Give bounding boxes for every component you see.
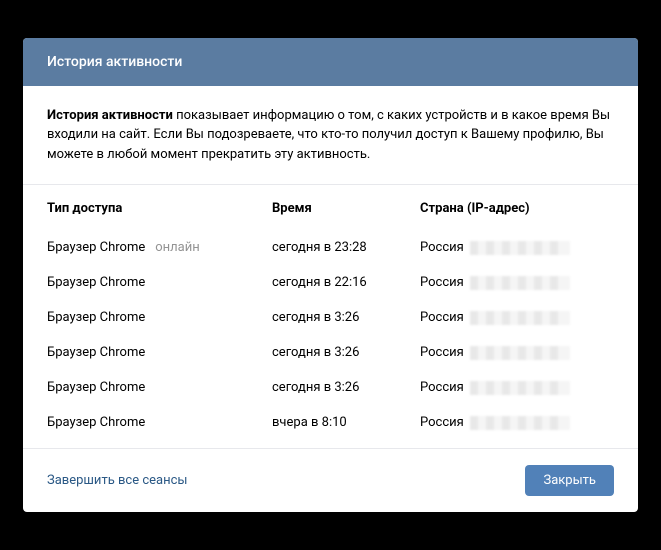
time-cell: сегодня в 3:26 [272, 310, 420, 325]
table-body: Браузер Chromeонлайнсегодня в 23:28Росси… [47, 230, 614, 440]
country-cell: Россия [420, 415, 614, 430]
country-label: Россия [420, 380, 464, 395]
access-type-cell: Браузер Chrome [47, 310, 272, 325]
time-cell: сегодня в 3:26 [272, 345, 420, 360]
close-button[interactable]: Закрыть [525, 465, 614, 496]
country-cell: Россия [420, 380, 614, 395]
country-cell: Россия [420, 240, 614, 255]
header-time: Время [272, 201, 420, 216]
access-type-cell: Браузер Chrome [47, 345, 272, 360]
table-row[interactable]: Браузер Chrome сегодня в 3:26Россия [47, 370, 614, 405]
time-cell: вчера в 8:10 [272, 415, 420, 430]
country-label: Россия [420, 240, 464, 255]
end-all-sessions-button[interactable]: Завершить все сеансы [47, 473, 188, 488]
country-label: Россия [420, 415, 464, 430]
access-type-label: Браузер Chrome [47, 310, 145, 325]
ip-address-redacted [470, 381, 570, 395]
description-block: История активности показывает информацию… [23, 86, 638, 186]
time-cell: сегодня в 3:26 [272, 380, 420, 395]
activity-history-modal: История активности История активности по… [23, 38, 638, 513]
country-cell: Россия [420, 275, 614, 290]
country-cell: Россия [420, 310, 614, 325]
header-access-type: Тип доступа [47, 201, 272, 216]
access-type-label: Браузер Chrome [47, 345, 145, 360]
time-cell: сегодня в 23:28 [272, 240, 420, 255]
access-type-label: Браузер Chrome [47, 415, 145, 430]
access-type-cell: Браузер Chrome [47, 275, 272, 290]
table-row[interactable]: Браузер Chrome онлайн сегодня в 23:28Росси… [47, 230, 614, 265]
access-type-label: Браузер Chrome [47, 380, 145, 395]
access-type-cell: Браузер Chrome онлайн [47, 240, 272, 255]
access-type-label: Браузер Chrome [47, 275, 145, 290]
ip-address-redacted [470, 346, 570, 360]
ip-address-redacted [470, 311, 570, 325]
access-type-label: Браузер Chrome [47, 240, 145, 255]
time-cell: сегодня в 22:16 [272, 275, 420, 290]
table-row[interactable]: Браузер Chrome сегодня в 3:26Россия [47, 300, 614, 335]
table-row[interactable]: Браузер Chrome сегодня в 3:26Россия [47, 335, 614, 370]
country-label: Россия [420, 310, 464, 325]
modal-header: История активности [23, 38, 638, 86]
country-cell: Россия [420, 345, 614, 360]
ip-address-redacted [470, 276, 570, 290]
country-label: Россия [420, 345, 464, 360]
online-badge: онлайн [155, 240, 200, 255]
modal-title: История активности [47, 54, 182, 70]
modal-footer: Завершить все сеансы Закрыть [23, 448, 638, 512]
access-type-cell: Браузер Chrome [47, 415, 272, 430]
table-header-row: Тип доступа Время Страна (IP-адрес) [47, 201, 614, 230]
sessions-table: Тип доступа Время Страна (IP-адрес) Брау… [23, 185, 638, 448]
description-bold: История активности [47, 108, 173, 123]
ip-address-redacted [470, 416, 570, 430]
ip-address-redacted [470, 241, 570, 255]
header-country: Страна (IP-адрес) [420, 201, 614, 216]
access-type-cell: Браузер Chrome [47, 380, 272, 395]
table-row[interactable]: Браузер Chrome сегодня в 22:16Россия [47, 265, 614, 300]
table-row[interactable]: Браузер Chrome вчера в 8:10Россия [47, 405, 614, 440]
country-label: Россия [420, 275, 464, 290]
